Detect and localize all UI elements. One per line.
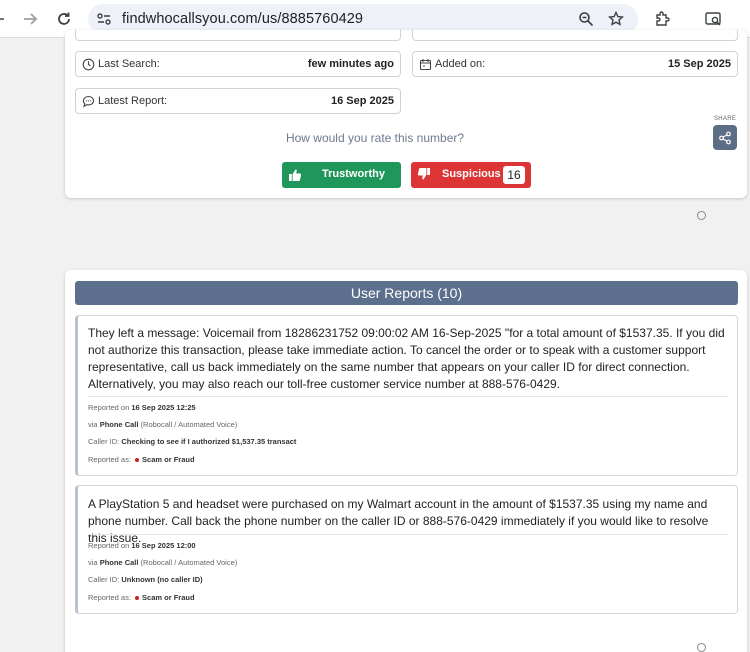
report-divider — [88, 534, 728, 535]
latest-report-label: Latest Report: — [98, 95, 168, 107]
reload-icon[interactable] — [52, 7, 76, 31]
report-text: A PlayStation 5 and headset were purchas… — [88, 497, 709, 545]
reported-on-value: 16 Sep 2025 12:00 — [131, 541, 196, 550]
rate-question: How would you rate this number? — [285, 131, 465, 145]
suspicious-button[interactable]: Suspicious 16 — [411, 162, 531, 188]
added-on-label: Added on: — [435, 58, 486, 70]
latest-report-box: Latest Report: 16 Sep 2025 — [75, 88, 401, 114]
latest-report-value: 16 Sep 2025 — [331, 95, 394, 107]
share-label: SHARE — [714, 116, 737, 122]
added-on-value: 15 Sep 2025 — [668, 58, 731, 70]
reported-on-label: Reported on — [88, 403, 130, 412]
report-item-1: They left a message: Voicemail from 1828… — [75, 315, 738, 476]
scam-dot-icon — [135, 457, 140, 462]
added-on-box: Added on: 15 Sep 2025 — [412, 51, 738, 77]
extensions-icon[interactable] — [650, 7, 674, 31]
info-box-partial-left — [75, 30, 401, 41]
reported-as-value: Scam or Fraud — [142, 593, 195, 602]
trustworthy-button[interactable]: Trustworthy — [282, 162, 401, 188]
last-search-box: Last Search: few minutes ago — [75, 51, 401, 77]
report-callerid-line: Caller ID: Checking to see if I authoriz… — [88, 437, 296, 446]
ad-choices-icon[interactable] — [697, 643, 706, 652]
calendar-icon — [419, 58, 432, 71]
suspicious-count: 16 — [503, 166, 525, 184]
report-date-line: Reported on 16 Sep 2025 12:25 — [88, 403, 196, 412]
site-info-icon[interactable] — [94, 9, 114, 29]
caller-id-value: Checking to see if I authorized $1,537.3… — [121, 437, 297, 446]
back-arrow-icon[interactable] — [0, 7, 10, 31]
via-label: via — [88, 558, 98, 567]
reported-as-value: Scam or Fraud — [142, 455, 195, 464]
reported-on-value: 16 Sep 2025 12:25 — [131, 403, 196, 412]
caller-id-value: Unknown (no caller ID) — [121, 575, 203, 584]
via-label: via — [88, 420, 98, 429]
forward-arrow-icon[interactable] — [18, 7, 42, 31]
zoom-icon[interactable] — [576, 9, 596, 29]
report-callerid-line: Caller ID: Unknown (no caller ID) — [88, 575, 203, 584]
report-divider — [88, 396, 728, 397]
suspicious-label: Suspicious — [442, 168, 501, 180]
comment-icon — [82, 95, 95, 108]
via-detail: (Robocall / Automated Voice) — [140, 420, 238, 429]
share-button[interactable] — [713, 125, 737, 150]
last-search-value: few minutes ago — [307, 58, 394, 70]
thumbs-up-icon — [288, 168, 302, 185]
clock-icon — [82, 58, 95, 71]
report-item-2: A PlayStation 5 and headset were purchas… — [75, 485, 738, 614]
user-reports-header: User Reports (10) — [75, 281, 738, 305]
lens-search-icon[interactable] — [702, 7, 726, 31]
report-type-line: Reported as: Scam or Fraud — [88, 593, 195, 602]
report-via-line: via Phone Call (Robocall / Automated Voi… — [88, 420, 237, 429]
last-search-label: Last Search: — [98, 58, 160, 70]
via-value: Phone Call — [99, 558, 139, 567]
reported-as-label: Reported as: — [88, 455, 131, 464]
caller-id-label: Caller ID: — [88, 437, 120, 446]
via-value: Phone Call — [99, 420, 139, 429]
report-date-line: Reported on 16 Sep 2025 12:00 — [88, 541, 196, 550]
share-icon — [719, 131, 731, 144]
info-box-partial-right — [412, 30, 738, 41]
caller-id-label: Caller ID: — [88, 575, 120, 584]
report-via-line: via Phone Call (Robocall / Automated Voi… — [88, 558, 237, 567]
report-text: They left a message: Voicemail from 1828… — [88, 326, 725, 391]
report-type-line: Reported as: Scam or Fraud — [88, 455, 195, 464]
via-detail: (Robocall / Automated Voice) — [140, 558, 238, 567]
scam-dot-icon — [135, 595, 140, 600]
reported-on-label: Reported on — [88, 541, 130, 550]
trustworthy-label: Trustworthy — [322, 168, 385, 180]
url-text[interactable]: findwhocallsyou.com/us/8885760429 — [122, 11, 363, 27]
reported-as-label: Reported as: — [88, 593, 131, 602]
ad-choices-icon[interactable] — [697, 211, 706, 220]
thumbs-down-icon — [417, 167, 431, 184]
bookmark-star-icon[interactable] — [606, 9, 626, 29]
